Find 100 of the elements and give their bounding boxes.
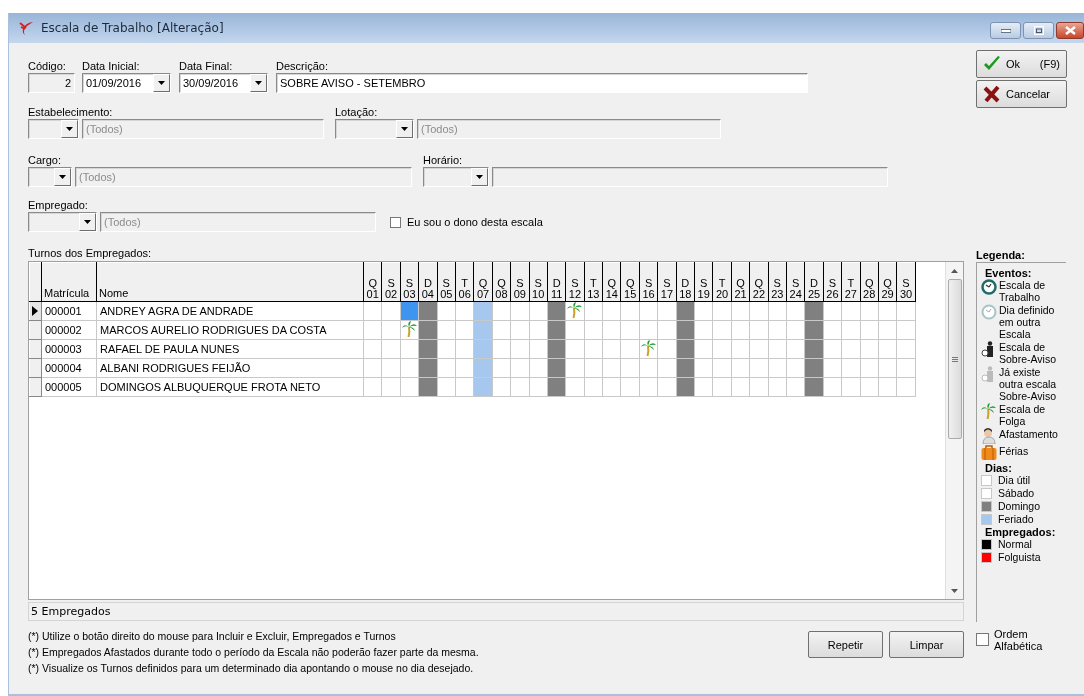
day-cell[interactable] <box>731 377 750 397</box>
day-cell[interactable] <box>841 320 861 340</box>
day-cell[interactable] <box>620 339 640 359</box>
day-cell[interactable] <box>694 301 713 321</box>
day-cell[interactable] <box>620 358 640 378</box>
day-cell[interactable] <box>565 301 585 321</box>
day-cell[interactable] <box>860 339 879 359</box>
day-cell[interactable] <box>860 358 879 378</box>
day-cell[interactable] <box>639 301 658 321</box>
day-cell[interactable] <box>823 339 842 359</box>
code-field[interactable]: 2 <box>28 73 75 93</box>
dropdown[interactable] <box>28 119 79 139</box>
day-cell[interactable] <box>841 301 861 321</box>
day-cell[interactable] <box>749 320 769 340</box>
day-cell[interactable] <box>768 339 787 359</box>
column-header[interactable]: Matrícula <box>41 262 97 302</box>
day-cell[interactable] <box>510 320 529 340</box>
dropdown[interactable] <box>423 167 489 187</box>
ok-button[interactable]: Ok (F9) <box>976 50 1067 78</box>
day-cell[interactable] <box>363 358 382 378</box>
day-cell[interactable] <box>602 301 621 321</box>
day-cell[interactable] <box>437 358 456 378</box>
day-cell[interactable] <box>510 339 529 359</box>
day-cell[interactable] <box>620 377 640 397</box>
day-cell[interactable] <box>620 320 640 340</box>
day-cell[interactable] <box>712 301 732 321</box>
day-cell[interactable] <box>529 320 548 340</box>
close-button[interactable] <box>1056 22 1084 39</box>
day-cell[interactable] <box>878 320 897 340</box>
day-cell[interactable] <box>749 358 769 378</box>
checkbox[interactable] <box>976 633 989 646</box>
column-header[interactable]: Nome <box>96 262 364 302</box>
day-cell[interactable] <box>639 377 658 397</box>
day-cell[interactable] <box>437 301 456 321</box>
cancel-button[interactable]: Cancelar <box>976 80 1067 108</box>
day-cell[interactable] <box>510 358 529 378</box>
day-cell[interactable] <box>602 358 621 378</box>
repeat-button[interactable]: Repetir <box>808 631 883 658</box>
day-cell[interactable] <box>602 320 621 340</box>
day-cell[interactable] <box>584 320 603 340</box>
day-cell[interactable] <box>657 377 677 397</box>
day-cell[interactable] <box>510 301 529 321</box>
day-cell[interactable] <box>878 377 897 397</box>
day-cell[interactable] <box>768 358 787 378</box>
date-field[interactable]: 30/09/2016 <box>179 73 268 93</box>
day-cell[interactable] <box>841 377 861 397</box>
day-cell[interactable] <box>749 339 769 359</box>
day-cell[interactable] <box>455 301 474 321</box>
day-cell[interactable] <box>786 301 805 321</box>
day-cell[interactable] <box>841 339 861 359</box>
day-cell[interactable] <box>731 358 750 378</box>
day-cell[interactable] <box>731 301 750 321</box>
dropdown[interactable] <box>335 119 414 139</box>
day-cell[interactable] <box>565 377 585 397</box>
dropdown[interactable] <box>28 212 97 232</box>
day-cell[interactable] <box>860 320 879 340</box>
day-cell[interactable] <box>878 339 897 359</box>
day-cell[interactable] <box>363 301 382 321</box>
day-cell[interactable] <box>363 377 382 397</box>
day-cell[interactable] <box>565 320 585 340</box>
day-cell[interactable] <box>694 358 713 378</box>
day-cell[interactable] <box>529 339 548 359</box>
day-cell[interactable] <box>731 339 750 359</box>
day-cell[interactable] <box>639 339 658 359</box>
description-field[interactable]: SOBRE AVISO - SETEMBRO <box>276 73 808 93</box>
day-cell[interactable] <box>657 358 677 378</box>
day-cell[interactable] <box>841 358 861 378</box>
day-cell[interactable] <box>823 320 842 340</box>
dropdown[interactable] <box>28 167 72 187</box>
day-cell[interactable] <box>381 358 401 378</box>
day-cell[interactable] <box>694 320 713 340</box>
day-cell[interactable] <box>455 377 474 397</box>
day-cell[interactable] <box>786 339 805 359</box>
day-cell[interactable] <box>381 339 401 359</box>
day-cell[interactable] <box>529 301 548 321</box>
day-cell[interactable] <box>896 320 916 340</box>
day-cell[interactable] <box>657 320 677 340</box>
day-cell[interactable] <box>878 301 897 321</box>
day-cell[interactable] <box>437 339 456 359</box>
day-cell[interactable] <box>860 377 879 397</box>
day-cell[interactable] <box>749 377 769 397</box>
clear-button[interactable]: Limpar <box>889 631 964 658</box>
day-cell[interactable] <box>565 358 585 378</box>
day-cell[interactable] <box>786 358 805 378</box>
day-cell[interactable] <box>602 339 621 359</box>
day-cell[interactable] <box>492 358 511 378</box>
date-field[interactable]: 01/09/2016 <box>82 73 171 93</box>
day-cell[interactable] <box>786 320 805 340</box>
day-cell[interactable] <box>381 377 401 397</box>
day-cell[interactable] <box>823 358 842 378</box>
day-cell[interactable] <box>694 339 713 359</box>
day-cell[interactable] <box>492 377 511 397</box>
scrollbar[interactable] <box>945 262 963 599</box>
day-cell[interactable] <box>712 358 732 378</box>
checkbox[interactable] <box>390 216 401 228</box>
day-cell[interactable] <box>712 377 732 397</box>
day-cell[interactable] <box>768 320 787 340</box>
day-cell[interactable] <box>455 320 474 340</box>
day-cell[interactable] <box>400 320 419 340</box>
day-cell[interactable] <box>437 320 456 340</box>
